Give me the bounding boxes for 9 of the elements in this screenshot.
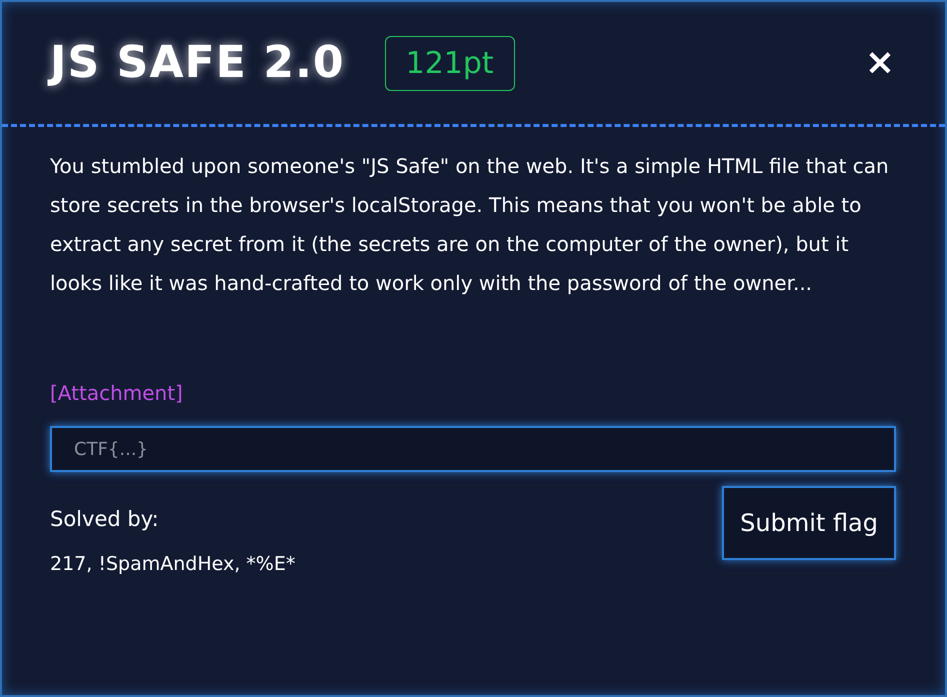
attachment-link[interactable]: [Attachment] — [50, 378, 183, 408]
close-button[interactable]: × — [856, 45, 903, 81]
solvers-list: 217, !SpamAndHex, *%E* — [50, 550, 296, 578]
points-badge: 121pt — [384, 36, 515, 90]
submit-flag-button[interactable]: Submit flag — [722, 486, 896, 560]
dialog-title: JS SAFE 2.0 — [50, 30, 345, 96]
solved-by-label: Solved by: — [50, 506, 160, 533]
flag-input-field[interactable]: CTF{...} — [50, 426, 896, 472]
challenge-description: You stumbled upon someone's "JS Safe" on the web. It's a simple HTML file that can store secrets in the browser's localStorage. This means that you won't be able to extract any secret from it (the secrets are on the computer of the owner), but it looks like it was hand-crafted to work only with the password of the owner... — [50, 153, 890, 297]
